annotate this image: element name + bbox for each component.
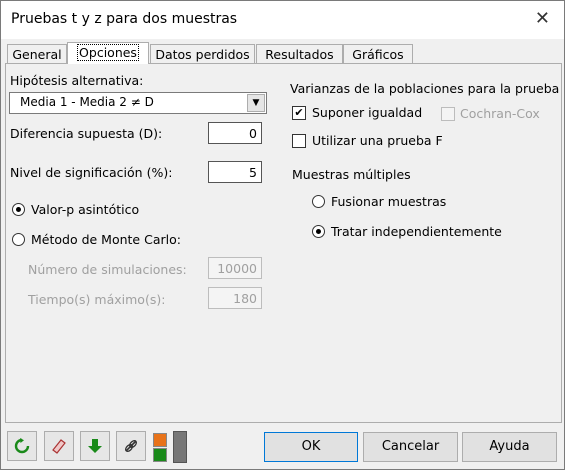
cancel-button[interactable]: Cancelar xyxy=(363,432,458,462)
tab-graficos[interactable]: Gráficos xyxy=(343,44,413,64)
max-time-label: Tiempo(s) máximo(s): xyxy=(28,292,166,307)
alternative-hypothesis-select[interactable]: Media 1 - Media 2 ≠ D ▼ xyxy=(9,92,267,114)
difference-input[interactable]: 0 xyxy=(208,122,262,144)
help-button[interactable]: Ayuda xyxy=(462,432,557,462)
tab-resultados[interactable]: Resultados xyxy=(256,44,343,64)
significance-label: Nivel de significación (%): xyxy=(10,165,173,180)
alternative-hypothesis-label: Hipótesis alternativa: xyxy=(10,73,144,88)
cochran-cox-checkbox xyxy=(441,107,455,121)
alternative-hypothesis-value: Media 1 - Media 2 ≠ D xyxy=(20,95,154,109)
eraser-icon[interactable] xyxy=(44,431,74,461)
independent-radio[interactable] xyxy=(312,225,325,238)
color-bar xyxy=(173,431,187,463)
significance-input[interactable]: 5 xyxy=(208,161,262,183)
tab-opciones[interactable]: Opciones xyxy=(67,42,149,64)
equality-label[interactable]: Suponer igualdad xyxy=(312,105,422,120)
asymptotic-pvalue-radio[interactable] xyxy=(12,203,25,216)
simulations-input: 10000 xyxy=(208,257,262,279)
close-icon[interactable]: ✕ xyxy=(535,8,550,29)
ok-button[interactable]: OK xyxy=(264,432,358,462)
tab-datos-perdidos[interactable]: Datos perdidos xyxy=(150,44,255,64)
max-time-input: 180 xyxy=(208,287,262,309)
monte-carlo-label[interactable]: Método de Monte Carlo: xyxy=(31,232,181,247)
color-top-swatch[interactable] xyxy=(153,433,167,447)
variances-label: Varianzas de la poblaciones para la prue… xyxy=(290,81,560,96)
ftest-label[interactable]: Utilizar una prueba F xyxy=(312,133,443,148)
color-bottom-swatch[interactable] xyxy=(153,448,167,462)
title-bar: Pruebas t y z para dos muestras ✕ xyxy=(1,1,564,39)
chevron-down-icon[interactable]: ▼ xyxy=(247,94,265,112)
equality-checkbox[interactable]: ✔ xyxy=(292,106,306,120)
multiple-samples-label: Muestras múltiples xyxy=(292,167,411,182)
window-title: Pruebas t y z para dos muestras xyxy=(11,11,238,27)
asymptotic-pvalue-label[interactable]: Valor-p asintótico xyxy=(31,202,139,217)
link-icon[interactable] xyxy=(116,431,146,461)
monte-carlo-radio[interactable] xyxy=(12,233,25,246)
merge-samples-label[interactable]: Fusionar muestras xyxy=(331,194,446,209)
simulations-label: Número de simulaciones: xyxy=(28,262,187,277)
download-icon[interactable] xyxy=(80,431,110,461)
tab-general[interactable]: General xyxy=(7,44,67,64)
reset-icon[interactable] xyxy=(7,431,37,461)
independent-label[interactable]: Tratar independientemente xyxy=(331,224,502,239)
dialog-window: Pruebas t y z para dos muestras ✕ Genera… xyxy=(0,0,565,470)
cochran-cox-label: Cochran-Cox xyxy=(460,106,540,121)
difference-label: Diferencia supuesta (D): xyxy=(10,126,163,141)
ftest-checkbox[interactable] xyxy=(292,134,306,148)
merge-samples-radio[interactable] xyxy=(312,195,325,208)
